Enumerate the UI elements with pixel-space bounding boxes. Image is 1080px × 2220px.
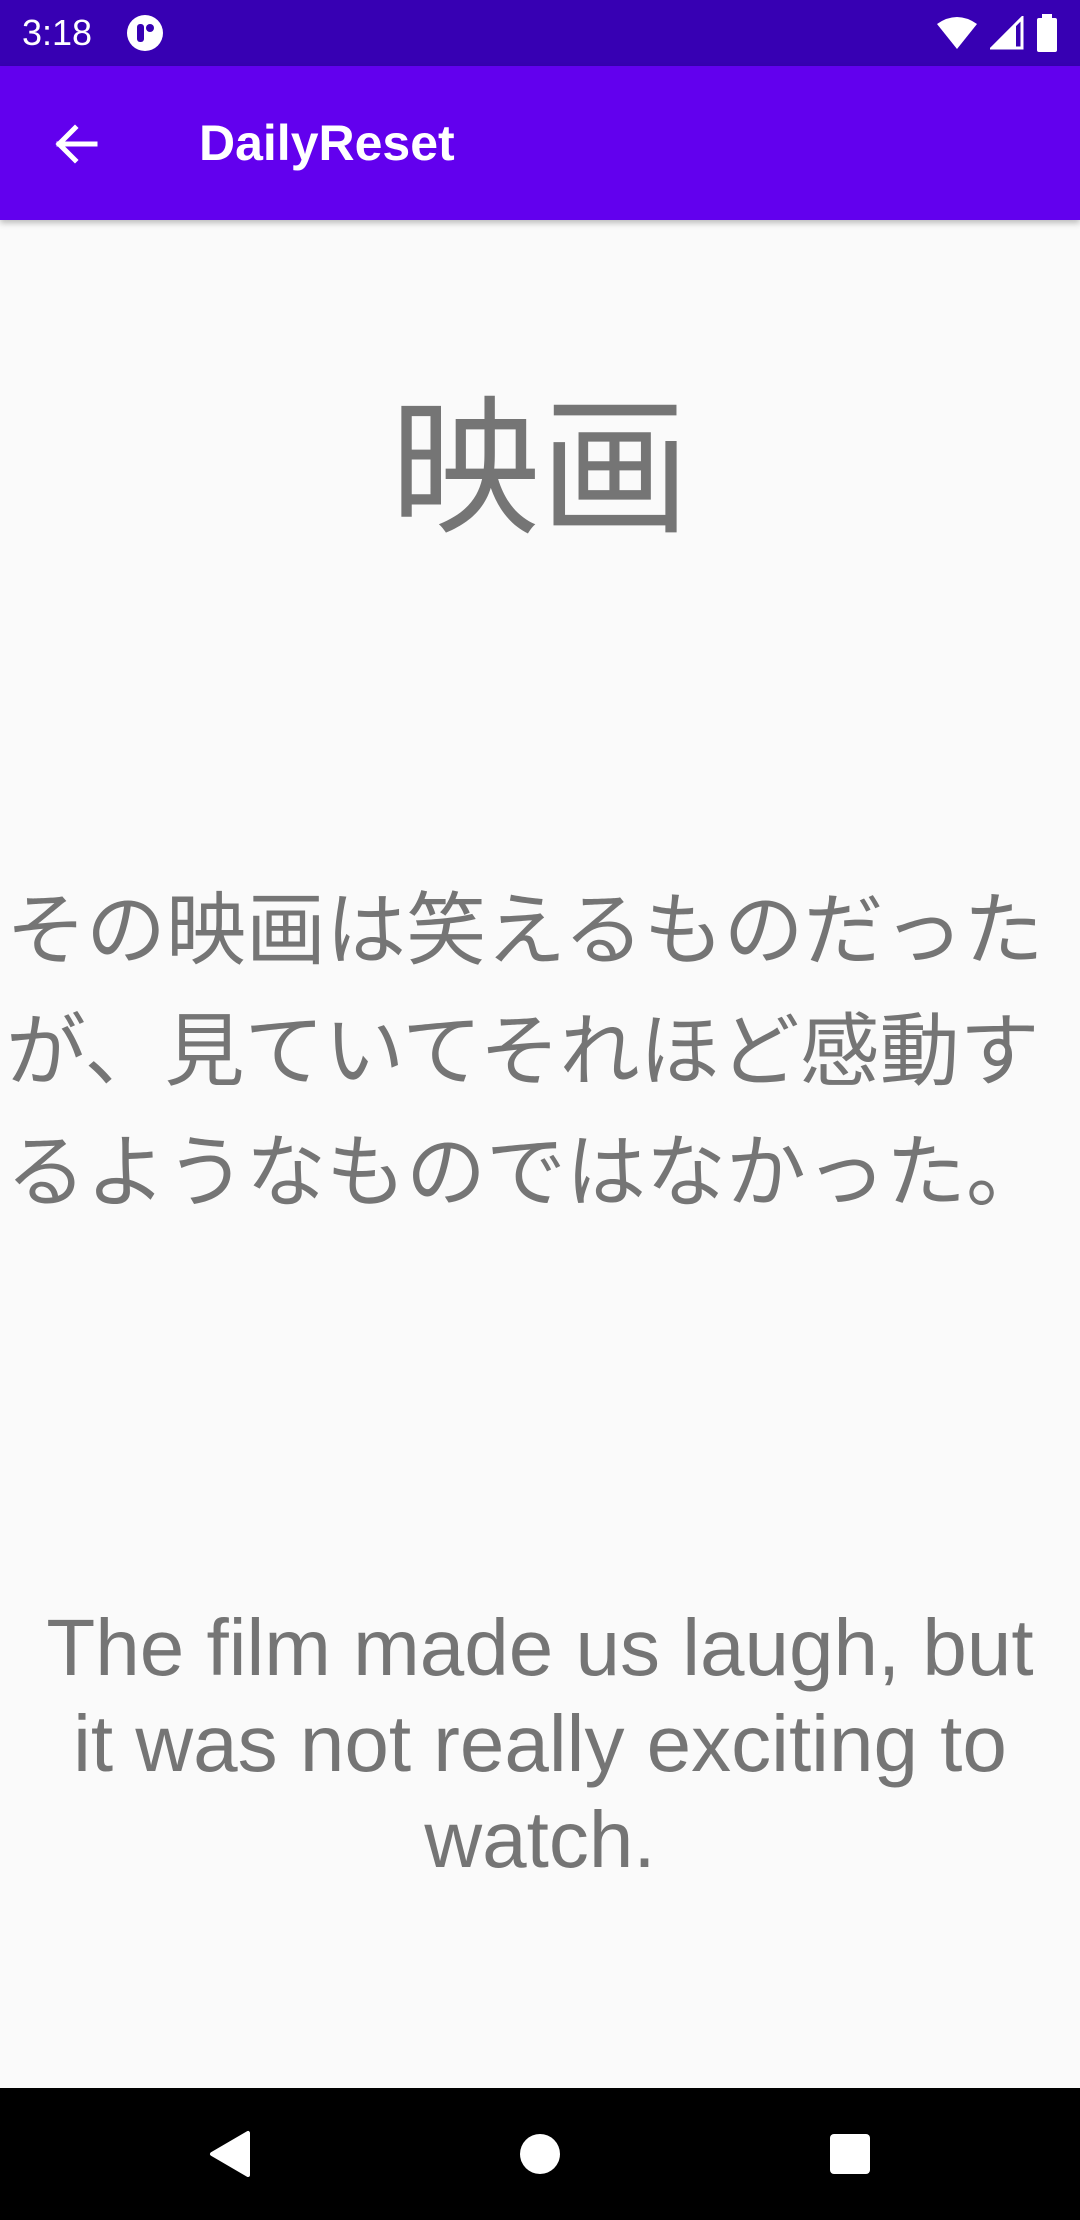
nav-recents-button[interactable] xyxy=(810,2114,890,2194)
nav-back-button[interactable] xyxy=(190,2114,270,2194)
nav-home-button[interactable] xyxy=(500,2114,580,2194)
status-time: 3:18 xyxy=(22,12,93,53)
example-sentence-japanese: その映画は笑えるものだったが、見ていてそれほど感動するようなものではなかった。 xyxy=(6,884,1046,1219)
app-title: DailyReset xyxy=(199,115,455,171)
example-sentence-english: The film made us laugh, but it was not r… xyxy=(46,1603,1034,1884)
battery-icon xyxy=(1037,14,1057,52)
home-circle-icon xyxy=(520,2134,560,2174)
navigation-bar xyxy=(0,2088,1080,2220)
flashcard[interactable]: 映画 その映画は笑えるものだったが、見ていてそれほど感動するようなものではなかっ… xyxy=(0,220,1080,2088)
arrow-back-icon xyxy=(55,124,98,164)
status-icons xyxy=(936,12,1058,54)
recents-square-icon xyxy=(830,2134,870,2174)
app-notification-icon xyxy=(127,15,163,51)
status-bar: 3:18 xyxy=(0,0,1080,66)
back-button[interactable] xyxy=(40,109,110,179)
signal-icon xyxy=(990,16,1024,50)
back-triangle-icon xyxy=(210,2131,250,2177)
app-bar: DailyReset xyxy=(0,66,1080,220)
wifi-icon xyxy=(937,17,977,49)
vocabulary-word: 映画 xyxy=(389,383,690,557)
